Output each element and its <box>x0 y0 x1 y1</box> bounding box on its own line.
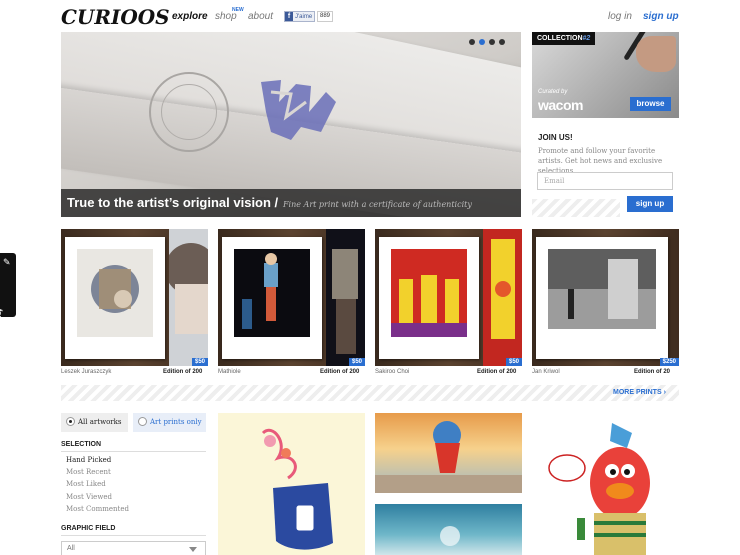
edition-label: Edition of 200 <box>163 369 203 375</box>
facebook-icon: f <box>285 12 293 21</box>
slide-indicators <box>469 39 505 45</box>
price-badge: $50 <box>505 358 522 366</box>
artwork-tile[interactable] <box>218 413 365 555</box>
print-frame <box>222 237 322 359</box>
hand-image <box>636 36 676 72</box>
filter-most-liked[interactable]: Most Liked <box>66 480 106 488</box>
browse-button[interactable]: browse <box>630 97 671 111</box>
slide-dot[interactable] <box>499 39 505 45</box>
filter-art-prints-label: Art prints only <box>150 418 202 426</box>
print-card[interactable]: $50 <box>375 229 522 366</box>
filter-all-artworks-label: All artworks <box>78 418 122 426</box>
slide-dot[interactable] <box>489 39 495 45</box>
artist-name[interactable]: Mathiole <box>218 369 241 375</box>
print-card[interactable]: $50 <box>218 229 365 366</box>
facebook-like-button[interactable]: f J'aime <box>284 11 316 22</box>
artwork-image <box>234 249 310 337</box>
hero-title: True to the artist’s original vision / <box>67 195 279 210</box>
artwork-tile[interactable] <box>375 504 522 555</box>
collection-number: #2 <box>582 35 591 42</box>
new-badge: NEW <box>232 7 244 13</box>
divider <box>61 535 206 536</box>
email-input[interactable]: Email <box>537 172 673 190</box>
more-prints-bar <box>61 385 679 401</box>
graphic-field-select[interactable]: All <box>61 541 206 555</box>
artwork-tile[interactable] <box>375 413 522 493</box>
artwork-tile[interactable] <box>532 413 679 555</box>
print-card[interactable]: $250 <box>532 229 679 366</box>
megaphone-icon: ✎ <box>3 257 11 267</box>
filter-all-artworks[interactable]: All artworks <box>61 413 128 432</box>
artwork-image <box>440 526 460 546</box>
artist-name[interactable]: Leszek Juraszczyk <box>61 369 111 375</box>
chevron-right-icon: › <box>663 389 666 396</box>
print-card[interactable]: $50 <box>61 229 208 366</box>
artwork-detail-image <box>483 229 522 366</box>
selection-title: SELECTION <box>61 441 102 448</box>
join-title: JOIN US! <box>538 133 573 142</box>
divider-stripes <box>532 199 620 217</box>
edition-label: Edition of 200 <box>320 369 360 375</box>
facebook-like-label: J'aime <box>295 13 313 20</box>
filter-most-commented[interactable]: Most Commented <box>66 505 129 513</box>
radio-unchecked-icon <box>138 416 147 426</box>
divider <box>61 451 206 452</box>
filter-hand-picked[interactable]: Hand Picked <box>66 456 111 464</box>
artwork-image <box>375 421 522 493</box>
slide-dot[interactable] <box>469 39 475 45</box>
more-prints-link[interactable]: MORE PRINTS › <box>613 389 666 396</box>
artwork-image <box>548 423 650 555</box>
filter-most-viewed[interactable]: Most Viewed <box>66 493 112 501</box>
wacom-logo: wacom <box>538 97 583 113</box>
artwork-image <box>77 249 153 337</box>
filter-art-prints-only[interactable]: Art prints only <box>133 413 206 432</box>
slide-dot-active[interactable] <box>479 39 485 45</box>
radio-checked-icon <box>66 416 75 426</box>
artwork-image <box>548 249 656 329</box>
print-frame <box>536 237 668 359</box>
edition-label: Edition of 20 <box>634 369 670 375</box>
collection-label: COLLECTION#2 <box>532 32 596 45</box>
feedback-label: feedback <box>0 309 2 340</box>
nav-about[interactable]: about <box>248 11 273 22</box>
artwork-detail-image <box>169 229 208 366</box>
more-prints-label: MORE PRINTS <box>613 389 662 396</box>
feedback-tab[interactable]: ✎ feedback <box>0 253 16 339</box>
hero-subtitle: Fine Art print with a certificate of aut… <box>283 200 472 209</box>
print-frame <box>379 237 479 359</box>
nav-explore[interactable]: explore <box>172 11 208 22</box>
site-logo[interactable]: CURIOOS <box>61 5 170 29</box>
artwork-detail-image <box>326 229 365 366</box>
artwork-image <box>261 429 333 550</box>
artist-name[interactable]: Sakiroo Choi <box>375 369 409 375</box>
join-signup-button[interactable]: sign up <box>627 196 673 212</box>
artist-name[interactable]: Jan Kriwol <box>532 369 560 375</box>
price-badge: $50 <box>191 358 208 366</box>
print-seal-image <box>261 80 336 140</box>
print-frame <box>65 237 165 359</box>
artwork-image <box>391 249 467 337</box>
collection-label-text: COLLECTION <box>537 35 583 42</box>
facebook-like-count: 889 <box>317 11 334 22</box>
login-link[interactable]: log in <box>608 11 632 22</box>
certificate-stamp-inner <box>161 84 217 140</box>
filter-most-recent[interactable]: Most Recent <box>66 468 111 476</box>
price-badge: $250 <box>659 358 679 366</box>
edition-label: Edition of 200 <box>477 369 517 375</box>
curated-by-label: Curated by <box>538 89 568 95</box>
chevron-down-icon <box>189 547 197 552</box>
graphic-field-title: GRAPHIC FIELD <box>61 525 116 532</box>
signup-link[interactable]: sign up <box>643 11 679 22</box>
price-badge: $50 <box>348 358 365 366</box>
